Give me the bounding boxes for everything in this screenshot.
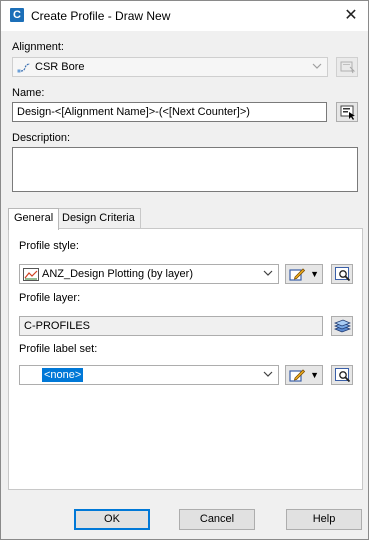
edit-style-icon [289, 368, 306, 386]
help-button[interactable]: Help [286, 509, 362, 530]
profile-layer-field: C-PROFILES [19, 316, 323, 336]
alignment-label: Alignment: [12, 41, 64, 53]
profile-style-dropdown[interactable]: ANZ_Design Plotting (by layer) [19, 264, 279, 284]
description-input[interactable] [12, 147, 358, 192]
profile-style-icon [23, 268, 39, 284]
title-bar: C Create Profile - Draw New ✕ [1, 1, 368, 31]
caret-down-icon: ▼ [310, 269, 319, 279]
chevron-down-icon [311, 61, 323, 73]
chevron-down-icon [262, 268, 274, 280]
caret-down-icon: ▼ [310, 370, 319, 380]
preview-magnifier-icon [335, 368, 351, 386]
profile-label-set-value: <none> [42, 368, 84, 382]
civil3d-app-icon: C [10, 8, 24, 22]
pick-alignment-button[interactable] [336, 57, 358, 77]
profile-style-preview-button[interactable] [331, 264, 353, 284]
chevron-down-icon [262, 369, 274, 381]
profile-label-set-dropdown[interactable]: <none> [19, 365, 279, 385]
dialog-title: Create Profile - Draw New [31, 9, 171, 23]
pick-from-drawing-icon [340, 60, 356, 77]
description-label: Description: [12, 132, 71, 144]
profile-label-set-label: Profile label set: [19, 343, 98, 355]
alignment-value: CSR Bore [35, 61, 85, 73]
profile-layer-button[interactable] [331, 316, 353, 336]
name-label: Name: [12, 87, 45, 99]
name-template-button[interactable] [336, 102, 358, 122]
name-template-icon [340, 105, 356, 123]
profile-label-set-edit-button[interactable]: ▼ [285, 365, 323, 385]
cancel-button[interactable]: Cancel [179, 509, 255, 530]
general-tab-panel: Profile style: ANZ_Design Plotting (by l… [8, 228, 363, 490]
profile-style-edit-button[interactable]: ▼ [285, 264, 323, 284]
profile-label-set-preview-button[interactable] [331, 365, 353, 385]
profile-layer-label: Profile layer: [19, 292, 81, 304]
close-button[interactable]: ✕ [334, 1, 368, 31]
tab-general[interactable]: General [8, 208, 60, 230]
profile-style-label: Profile style: [19, 240, 79, 252]
create-profile-dialog: C Create Profile - Draw New ✕ Alignment:… [0, 0, 369, 540]
preview-magnifier-icon [335, 267, 351, 285]
alignment-icon [17, 62, 32, 73]
ok-button[interactable]: OK [74, 509, 150, 530]
edit-style-icon [289, 267, 306, 285]
profile-style-value: ANZ_Design Plotting (by layer) [42, 268, 194, 280]
tab-design-criteria[interactable]: Design Criteria [56, 208, 141, 229]
name-input[interactable]: Design-<[Alignment Name]>-(<[Next Counte… [12, 102, 327, 122]
layers-icon [333, 319, 352, 337]
alignment-dropdown[interactable]: CSR Bore [12, 57, 328, 77]
